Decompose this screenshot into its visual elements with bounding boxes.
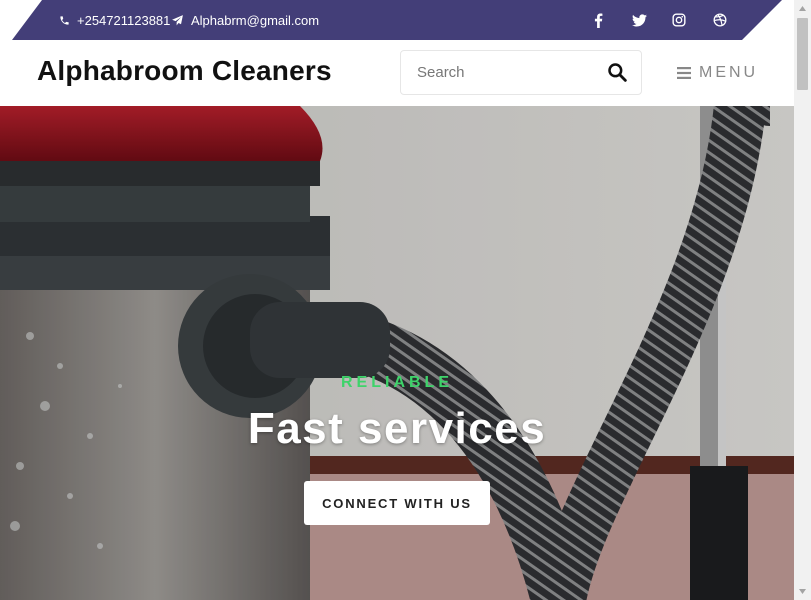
twitter-icon — [632, 14, 647, 27]
social-dribbble[interactable] — [710, 0, 730, 40]
menu-toggle-button[interactable]: MENU — [677, 64, 758, 82]
top-contact-bar: +254721123881 Alphabrm@gmail.com — [12, 0, 782, 40]
email-contact[interactable]: Alphabrm@gmail.com — [171, 0, 319, 40]
scrollbar-thumb[interactable] — [797, 18, 808, 90]
arrow-down-icon — [799, 589, 806, 594]
vertical-scrollbar[interactable] — [794, 0, 811, 600]
dribbble-icon — [713, 13, 727, 27]
search-button[interactable] — [607, 62, 629, 84]
search-icon — [608, 63, 627, 82]
hero-kicker: RELIABLE — [341, 374, 453, 391]
scroll-up-button[interactable] — [794, 0, 811, 17]
search-input[interactable] — [401, 51, 617, 94]
email-address: Alphabrm@gmail.com — [191, 12, 320, 28]
search-box — [400, 50, 642, 95]
social-twitter[interactable] — [629, 0, 649, 40]
page: +254721123881 Alphabrm@gmail.com Alphabr… — [0, 0, 794, 600]
hamburger-icon — [677, 67, 691, 79]
phone-icon — [59, 15, 70, 26]
hero-banner: RELIABLE Fast services CONNECT WITH US — [0, 106, 794, 600]
instagram-icon — [672, 13, 686, 27]
phone-number: +254721123881 — [77, 12, 171, 28]
brand-logo-text[interactable]: Alphabroom Cleaners — [37, 55, 332, 87]
social-facebook[interactable] — [588, 0, 608, 40]
facebook-icon — [594, 13, 603, 28]
paper-plane-icon — [171, 14, 184, 27]
phone-contact[interactable]: +254721123881 — [59, 0, 170, 40]
scroll-down-button[interactable] — [794, 583, 811, 600]
social-instagram[interactable] — [669, 0, 689, 40]
hero-headline: Fast services — [247, 404, 547, 453]
arrow-up-icon — [799, 6, 806, 11]
menu-label: MENU — [699, 64, 759, 81]
site-header: Alphabroom Cleaners MENU — [0, 40, 794, 106]
hero-content: RELIABLE Fast services CONNECT WITH US — [0, 106, 794, 600]
connect-with-us-button[interactable]: CONNECT WITH US — [304, 481, 490, 525]
